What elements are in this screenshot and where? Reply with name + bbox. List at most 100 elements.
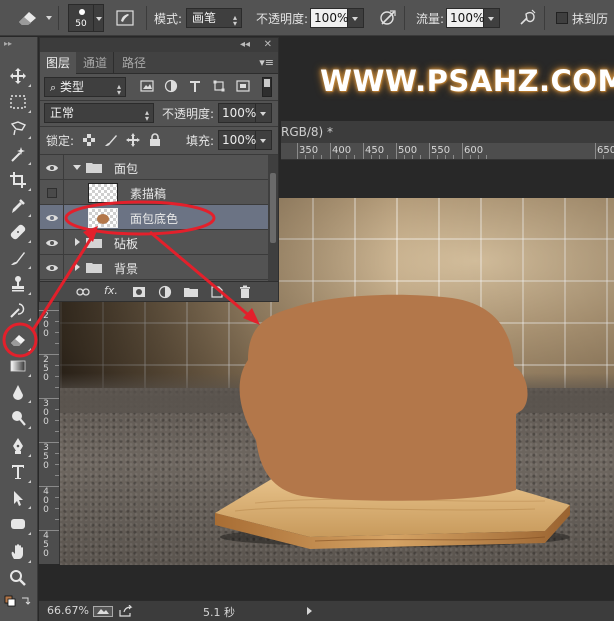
layers-panel-footer: fx.: [40, 281, 278, 301]
watermark-text: WWW.PSAHZ.COM: [320, 64, 614, 98]
zoom-level[interactable]: 66.67%: [47, 604, 89, 617]
type-filter-icon[interactable]: [188, 79, 202, 93]
group-expanded-chevron-icon[interactable]: [73, 165, 81, 170]
path-selection-tool[interactable]: [4, 485, 32, 511]
flow-slider-toggle[interactable]: [484, 8, 501, 28]
status-info-text: 5.1 秒: [203, 606, 235, 619]
clone-stamp-tool[interactable]: [4, 271, 32, 297]
brush-panel-toggle[interactable]: [116, 0, 138, 36]
move-tool[interactable]: [4, 63, 32, 89]
ruler-label: 350: [299, 145, 319, 156]
hidden-box-icon: [46, 187, 57, 198]
layer-filter-dropdown[interactable]: ⌕ 类型: [44, 77, 126, 97]
new-group-icon[interactable]: [184, 285, 198, 299]
adjustment-filter-icon[interactable]: [164, 79, 178, 93]
pen-tool[interactable]: [4, 433, 32, 459]
shape-filter-icon[interactable]: [212, 79, 226, 93]
layer-row-group-bread[interactable]: 面包: [40, 155, 268, 180]
shape-tool[interactable]: [4, 511, 32, 537]
new-layer-icon[interactable]: [210, 285, 224, 299]
type-tool[interactable]: [4, 459, 32, 485]
blend-mode-value: 正常: [50, 106, 75, 120]
pixel-filter-icon[interactable]: [140, 79, 154, 93]
layer-opacity-input[interactable]: 100%: [218, 103, 256, 123]
zoom-tool[interactable]: [4, 565, 32, 591]
opacity-slider-toggle[interactable]: [348, 8, 365, 28]
eraser-icon: [11, 335, 25, 346]
fill-input[interactable]: 100%: [218, 130, 256, 150]
adjustment-layer-icon[interactable]: [158, 285, 172, 299]
brush-size-preview: 50: [68, 4, 94, 32]
dodge-tool[interactable]: [4, 405, 32, 431]
lasso-tool[interactable]: [4, 115, 32, 141]
tab-channels[interactable]: 通道: [77, 52, 115, 74]
marquee-tool[interactable]: [4, 89, 32, 115]
link-layers-icon[interactable]: [76, 285, 90, 299]
visibility-toggle[interactable]: [40, 230, 64, 255]
visibility-toggle[interactable]: [40, 180, 64, 205]
updown-chevron-icon: [145, 107, 149, 119]
flow-input[interactable]: 100%: [446, 8, 484, 28]
preview-icon[interactable]: [93, 606, 113, 617]
visibility-toggle[interactable]: [40, 255, 64, 280]
eye-icon: [45, 264, 58, 271]
close-icon[interactable]: ✕: [264, 38, 272, 52]
history-brush-tool[interactable]: [4, 297, 32, 323]
lock-position-icon[interactable]: [126, 133, 140, 147]
status-bar: 66.67% 5.1 秒: [39, 600, 614, 621]
healing-brush-tool[interactable]: [4, 219, 32, 245]
erase-history-checkbox[interactable]: [556, 12, 568, 24]
brush-tool[interactable]: [4, 245, 32, 271]
filter-type-value: 类型: [60, 80, 85, 94]
scrollbar-thumb[interactable]: [270, 173, 276, 243]
panel-grip[interactable]: ▸▸: [4, 39, 34, 48]
layer-row-group-background[interactable]: 背景: [40, 255, 268, 280]
tool-preset-picker[interactable]: [16, 0, 52, 36]
hand-tool[interactable]: [4, 539, 32, 565]
blur-tool[interactable]: [4, 379, 32, 405]
smart-object-filter-icon[interactable]: [236, 79, 250, 93]
document-tab[interactable]: RGB/8) *: [281, 121, 614, 143]
eraser-tool[interactable]: [4, 327, 32, 353]
gradient-icon: [10, 360, 26, 372]
mode-dropdown[interactable]: 画笔: [186, 8, 243, 28]
lock-all-icon[interactable]: [148, 133, 162, 147]
gradient-tool[interactable]: [4, 353, 32, 379]
status-menu-arrow-icon[interactable]: [307, 607, 312, 615]
share-icon[interactable]: [119, 605, 133, 617]
brush-preset-picker[interactable]: 50: [68, 0, 104, 36]
quick-selection-tool[interactable]: [4, 141, 32, 167]
blend-mode-dropdown[interactable]: 正常: [44, 103, 154, 123]
lock-transparent-pixels-icon[interactable]: [82, 133, 96, 147]
lock-image-pixels-icon[interactable]: [104, 133, 118, 147]
layer-list-scrollbar[interactable]: [268, 155, 278, 281]
filter-toggle-switch[interactable]: [262, 77, 272, 97]
add-mask-icon[interactable]: [132, 285, 146, 299]
group-collapsed-chevron-icon[interactable]: [75, 263, 80, 271]
color-swatches[interactable]: [4, 595, 34, 621]
opacity-input[interactable]: 100%: [310, 8, 348, 28]
layer-opacity-slider-toggle[interactable]: [256, 103, 272, 123]
tab-layers[interactable]: 图层: [40, 52, 77, 74]
group-collapsed-chevron-icon[interactable]: [75, 238, 80, 246]
crop-tool[interactable]: [4, 167, 32, 193]
panel-menu-icon[interactable]: ▾≡: [259, 56, 274, 69]
collapse-panel-icon[interactable]: ◂◂: [240, 38, 250, 52]
visibility-toggle[interactable]: [40, 205, 64, 230]
ruler-label: 0: [43, 549, 49, 559]
updown-chevron-icon: [117, 81, 121, 93]
layer-row-group-board[interactable]: 砧板: [40, 230, 268, 255]
tab-paths[interactable]: 路径: [116, 52, 152, 74]
layer-row-bread-base-color[interactable]: 面包底色: [40, 205, 268, 230]
eyedropper-tool[interactable]: [4, 193, 32, 219]
airbrush-icon[interactable]: [518, 8, 538, 28]
delete-layer-icon[interactable]: [238, 285, 252, 299]
visibility-toggle[interactable]: [40, 155, 64, 180]
fx-icon[interactable]: fx.: [104, 284, 118, 297]
pressure-opacity-icon[interactable]: [378, 8, 398, 28]
layer-row-sketch[interactable]: 素描稿: [40, 180, 268, 205]
layer-name: 素描稿: [130, 187, 167, 201]
type-icon: [12, 465, 24, 479]
fill-slider-toggle[interactable]: [256, 130, 272, 150]
ruler-label: 500: [398, 145, 418, 156]
